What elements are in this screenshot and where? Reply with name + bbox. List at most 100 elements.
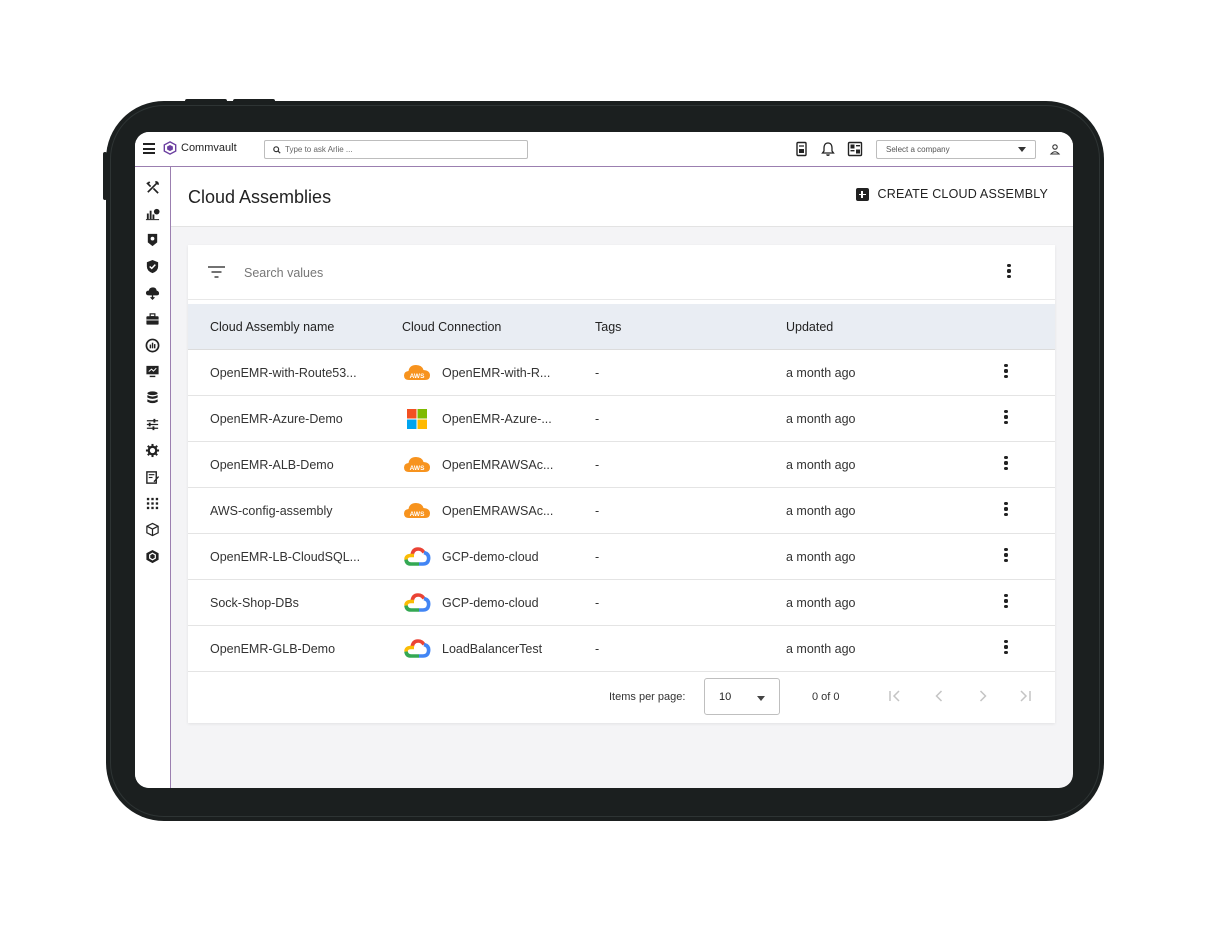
- cloud-connection-name[interactable]: OpenEMR-Azure-...: [442, 412, 552, 426]
- cloud-assembly-name[interactable]: AWS-config-assembly: [210, 504, 333, 518]
- tags-value: -: [595, 366, 600, 380]
- create-cloud-assembly-label: CREATE CLOUD ASSEMBLY: [877, 187, 1048, 201]
- cloud-assembly-name[interactable]: OpenEMR-LB-CloudSQL...: [210, 550, 360, 564]
- ask-arlie-input[interactable]: [285, 145, 515, 154]
- gear-icon[interactable]: [145, 443, 160, 458]
- brand-logo[interactable]: Commvault: [163, 141, 237, 155]
- row-actions-icon[interactable]: [1001, 502, 1011, 520]
- row-actions-icon[interactable]: [1001, 410, 1011, 428]
- previous-page-icon[interactable]: [931, 688, 947, 704]
- cloud-assembly-name[interactable]: OpenEMR-GLB-Demo: [210, 642, 335, 656]
- chevron-down-icon: [1018, 147, 1026, 152]
- user-avatar-icon[interactable]: [1049, 143, 1061, 155]
- updated-value: a month ago: [786, 642, 856, 656]
- shield-icon[interactable]: [145, 259, 160, 274]
- first-page-icon[interactable]: [887, 688, 903, 704]
- items-per-page-label: Items per page:: [609, 691, 686, 703]
- packages-icon[interactable]: [145, 522, 160, 537]
- svg-text:AWS: AWS: [410, 465, 425, 472]
- database-icon[interactable]: [145, 390, 160, 405]
- column-header-updated[interactable]: Updated: [786, 320, 833, 334]
- sidebar-nav: [135, 167, 171, 788]
- tags-value: -: [595, 412, 600, 426]
- updated-value: a month ago: [786, 504, 856, 518]
- monitor-icon[interactable]: [145, 364, 160, 379]
- table-row[interactable]: OpenEMR-GLB-Demo LoadBalancerTest - a month…: [188, 626, 1055, 672]
- table-row[interactable]: OpenEMR-ALB-Demo AWS OpenEMRAWSAc... - a mon…: [188, 442, 1055, 488]
- column-header-connection[interactable]: Cloud Connection: [402, 320, 501, 334]
- table-row[interactable]: AWS-config-assembly AWS OpenEMRAWSAc... - a …: [188, 488, 1055, 534]
- bell-icon[interactable]: [820, 141, 836, 157]
- aws-logo-icon: AWS: [404, 365, 430, 380]
- company-select-value: Select a company: [886, 145, 950, 154]
- updated-value: a month ago: [786, 412, 856, 426]
- table-row[interactable]: OpenEMR-with-Route53... AWS OpenEMR-with-R…: [188, 350, 1055, 396]
- page-range-label: 0 of 0: [812, 691, 840, 703]
- search-icon: [273, 145, 281, 154]
- aws-logo-icon: AWS: [404, 457, 430, 472]
- updated-value: a month ago: [786, 550, 856, 564]
- row-actions-icon[interactable]: [1001, 456, 1011, 474]
- table-options-icon[interactable]: [1004, 264, 1014, 282]
- google-cloud-logo-icon: [404, 639, 431, 658]
- column-header-name[interactable]: Cloud Assembly name: [210, 320, 334, 334]
- google-cloud-logo-icon: [404, 547, 431, 566]
- row-actions-icon[interactable]: [1001, 548, 1011, 566]
- cloud-connection-name[interactable]: GCP-demo-cloud: [442, 550, 539, 564]
- analytics-icon[interactable]: [145, 206, 160, 221]
- app-screen: Commvault Select a company: [135, 132, 1073, 788]
- apps-grid-icon[interactable]: [145, 496, 160, 511]
- edit-document-icon[interactable]: [145, 470, 160, 485]
- top-bar: Commvault Select a company: [135, 132, 1073, 167]
- cloud-assembly-name[interactable]: OpenEMR-with-Route53...: [210, 366, 357, 380]
- menu-icon[interactable]: [143, 143, 155, 155]
- items-per-page-value: 10: [719, 691, 732, 703]
- cloud-assembly-name[interactable]: OpenEMR-Azure-Demo: [210, 412, 343, 426]
- svg-text:AWS: AWS: [410, 511, 425, 518]
- tags-value: -: [595, 642, 600, 656]
- reports-icon[interactable]: [794, 141, 810, 157]
- page-title: Cloud Assemblies: [188, 187, 332, 207]
- row-actions-icon[interactable]: [1001, 640, 1011, 658]
- row-actions-icon[interactable]: [1001, 594, 1011, 612]
- table-row[interactable]: OpenEMR-LB-CloudSQL... GCP-demo-cloud - a m…: [188, 534, 1055, 580]
- cloud-protect-icon[interactable]: [145, 285, 160, 300]
- company-select[interactable]: Select a company: [876, 140, 1036, 159]
- updated-value: a month ago: [786, 458, 856, 472]
- google-cloud-logo-icon: [404, 593, 431, 612]
- search-input[interactable]: [244, 264, 944, 282]
- commvault-logo-icon: [163, 141, 177, 155]
- next-page-icon[interactable]: [975, 688, 991, 704]
- ask-arlie-field[interactable]: [264, 140, 528, 159]
- table-row[interactable]: OpenEMR-Azure-Demo OpenEMR-Azure-... - a mo…: [188, 396, 1055, 442]
- filter-icon[interactable]: [208, 265, 225, 279]
- last-page-icon[interactable]: [1017, 688, 1033, 704]
- microsoft-logo-icon: [407, 409, 427, 429]
- cloud-assemblies-table-card: Cloud Assembly name Cloud Connection Tag…: [188, 245, 1055, 723]
- chevron-down-icon: [757, 696, 765, 701]
- dashboard-icon[interactable]: [847, 141, 863, 157]
- tags-value: -: [595, 504, 600, 518]
- table-row[interactable]: Sock-Shop-DBs GCP-demo-cloud - a month ago: [188, 580, 1055, 626]
- create-cloud-assembly-button[interactable]: CREATE CLOUD ASSEMBLY: [855, 187, 1048, 201]
- page-header: Cloud Assemblies CREATE CLOUD ASSEMBLY: [171, 167, 1073, 227]
- updated-value: a month ago: [786, 366, 856, 380]
- cloud-connection-name[interactable]: OpenEMRAWSAc...: [442, 458, 553, 472]
- add-icon: [855, 187, 869, 201]
- briefcase-icon[interactable]: [145, 312, 160, 327]
- column-header-tags[interactable]: Tags: [595, 320, 621, 334]
- sliders-icon[interactable]: [145, 417, 160, 432]
- gauge-icon[interactable]: [145, 338, 160, 353]
- items-per-page-select[interactable]: 10: [704, 678, 780, 715]
- cloud-assembly-name[interactable]: OpenEMR-ALB-Demo: [210, 458, 334, 472]
- cloud-connection-name[interactable]: LoadBalancerTest: [442, 642, 542, 656]
- tools-icon[interactable]: [145, 180, 160, 195]
- cloud-connection-name[interactable]: OpenEMR-with-R...: [442, 366, 550, 380]
- aws-logo-icon: AWS: [404, 503, 430, 518]
- security-badge-icon[interactable]: [145, 232, 160, 247]
- cloud-connection-name[interactable]: GCP-demo-cloud: [442, 596, 539, 610]
- cloud-connection-name[interactable]: OpenEMRAWSAc...: [442, 504, 553, 518]
- cloud-assembly-icon[interactable]: [145, 549, 160, 564]
- row-actions-icon[interactable]: [1001, 364, 1011, 382]
- cloud-assembly-name[interactable]: Sock-Shop-DBs: [210, 596, 299, 610]
